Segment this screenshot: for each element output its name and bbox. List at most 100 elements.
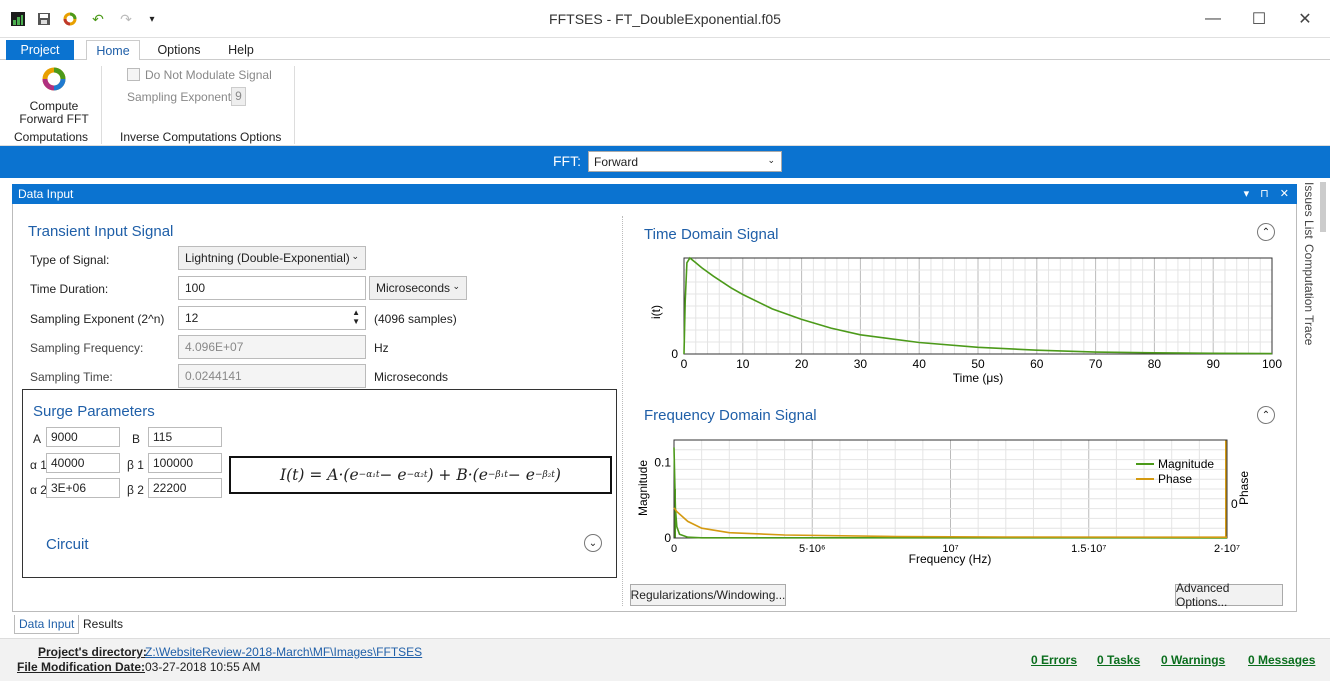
no-modulate-checkbox[interactable] [127,68,140,81]
x-tick-label: 5·10⁶ [799,543,826,555]
group-inverse-label: Inverse Computations Options [120,130,282,144]
x-tick-label: 70 [1089,357,1103,371]
bottom-tab-data-input[interactable]: Data Input [14,615,80,634]
minimize-button[interactable]: — [1190,6,1236,32]
duration-unit-select[interactable]: Microseconds ⌄ [369,276,467,300]
sampling-time-input: 0.0244141 [178,364,366,388]
fft-direction-select[interactable]: Forward ⌄ [588,151,782,172]
sampling-exp-value: 12 [185,311,199,325]
close-button[interactable]: ✕ [1282,6,1328,32]
maximize-button[interactable]: ☐ [1236,6,1282,32]
duration-unit-value: Microseconds [376,281,451,295]
beta1-label: β 1 [127,458,144,472]
circuit-title: Circuit [46,536,89,553]
errors-link[interactable]: 0 Errors [1031,653,1077,667]
collapse-freq-chart-button[interactable]: ⌃ [1257,406,1275,424]
type-signal-select[interactable]: Lightning (Double-Exponential) ⌄ [178,246,366,270]
tab-help[interactable]: Help [218,40,264,60]
alpha1-input[interactable]: 40000 [46,453,120,473]
freq-xlabel: Frequency (Hz) [909,552,992,566]
bottom-tab-results[interactable]: Results [83,617,123,631]
spinner-icon[interactable]: ▲ ▼ [352,308,360,326]
window-title: FFTSES - FT_DoubleExponential.f05 [549,11,781,27]
side-scrollbar[interactable] [1320,182,1326,232]
fft-direction-value: Forward [594,155,639,169]
data-input-title: Data Input [18,187,74,201]
alpha2-label: α 2 [30,483,47,497]
sampling-exp-note: (4096 samples) [374,312,457,326]
compute-forward-fft-button[interactable]: Compute Forward FFT [8,62,100,126]
menu-tabs: Project Home Options Help [0,38,1330,61]
mod-date-label: File Modification Date: [17,660,146,674]
B-label: B [132,432,141,446]
x-tick-label: 40 [913,357,927,371]
x-tick-label: 20 [795,357,809,371]
sampling-time-unit: Microseconds [374,370,449,384]
type-signal-label: Type of Signal: [30,253,110,267]
collapse-time-chart-button[interactable]: ⌃ [1257,223,1275,241]
chevron-down-icon: ⌄ [588,537,598,549]
warnings-link[interactable]: 0 Warnings [1161,653,1225,667]
messages-link[interactable]: 0 Messages [1248,653,1315,667]
fft-bar: FFT: Forward ⌄ [0,146,1330,178]
expand-circuit-button[interactable]: ⌄ [584,534,602,552]
x-tick-label: 0 [671,543,677,555]
freq-y2label: Phase [1237,471,1251,505]
compute-ring-icon [41,66,67,92]
chevron-down-icon: ⌄ [452,281,460,291]
computation-trace-tab[interactable]: Computation Trace [1302,244,1316,345]
sampling-freq-label: Sampling Frequency: [30,341,144,355]
advanced-options-button[interactable]: Advanced Options... [1175,581,1283,609]
surge-title: Surge Parameters [33,403,155,420]
alpha2-input[interactable]: 3E+06 [46,478,120,498]
A-input[interactable]: 9000 [46,427,120,447]
tab-options[interactable]: Options [150,40,208,60]
x-tick-label: 100 [1262,357,1282,371]
x-tick-label: 30 [854,357,868,371]
x-tick-label: 90 [1207,357,1221,371]
splitter[interactable] [622,216,623,606]
ribbon: Compute Forward FFT Computations Do Not … [0,60,1330,146]
ribbon-divider [101,66,102,144]
chevron-down-icon: ⌄ [351,251,359,261]
beta2-label: β 2 [127,483,144,497]
A-label: A [33,432,42,446]
regularizations-button[interactable]: Regularizations/Windowing... [630,584,786,606]
sampling-exp-label: Sampling Exponent (2^n) [30,312,165,326]
frequency-chart: 0 5·10⁶ 10⁷ 1.5·10⁷ 2·10⁷00.10 Magnitude Pha… [636,439,1251,566]
time-xlabel: Time (μs) [953,371,1003,385]
tab-project[interactable]: Project [6,40,74,60]
no-modulate-label: Do Not Modulate Signal [145,68,272,82]
issues-list-tab[interactable]: Issues List [1302,182,1316,239]
y-tick-label: 0.1 [654,456,671,470]
beta2-input[interactable]: 22200 [148,478,222,498]
x-tick-label: 1.5·10⁷ [1071,543,1106,555]
formula-image: I(t) = A·(e −α₁t − e −α₂t) + B·(e −β₁t − e −… [229,456,612,494]
compute-label-2: Forward FFT [19,112,89,126]
tab-home[interactable]: Home [86,40,140,61]
sampling-freq-unit: Hz [374,341,389,355]
ribbon-sampling-exp-label: Sampling Exponent [127,90,232,104]
duration-input[interactable]: 100 [178,276,366,300]
legend-label: Magnitude [1158,457,1214,471]
fft-label: FFT: [553,153,581,169]
legend-label: Phase [1158,472,1192,486]
chevron-up-icon: ⌃ [1261,409,1271,421]
x-tick-label: 50 [971,357,985,371]
time-chart: 0 10 20 30 40 50 60 70 80 90 100 0 i(t) Time (μs) [649,256,1282,385]
tasks-link[interactable]: 0 Tasks [1097,653,1140,667]
alpha1-label: α 1 [30,458,47,472]
panel-controls-icon[interactable]: ▾ ⊓ ✕ [1244,184,1293,204]
beta1-input[interactable]: 100000 [148,453,222,473]
time-chart-title: Time Domain Signal [644,226,779,243]
ribbon-sampling-exp-input[interactable]: 9 [231,87,246,106]
data-input-panel-header: Data Input ▾ ⊓ ✕ [12,184,1297,204]
x-tick-label: 2·10⁷ [1214,543,1240,555]
project-dir-link[interactable]: Z:\WebsiteReview-2018-March\MF\Images\FF… [145,645,422,659]
transient-title: Transient Input Signal [28,223,174,240]
B-input[interactable]: 115 [148,427,222,447]
sampling-time-label: Sampling Time: [30,370,113,384]
sampling-exp-input[interactable]: 12 ▲ ▼ [178,306,366,330]
group-computations-label: Computations [14,130,89,144]
ribbon-divider [294,66,295,144]
